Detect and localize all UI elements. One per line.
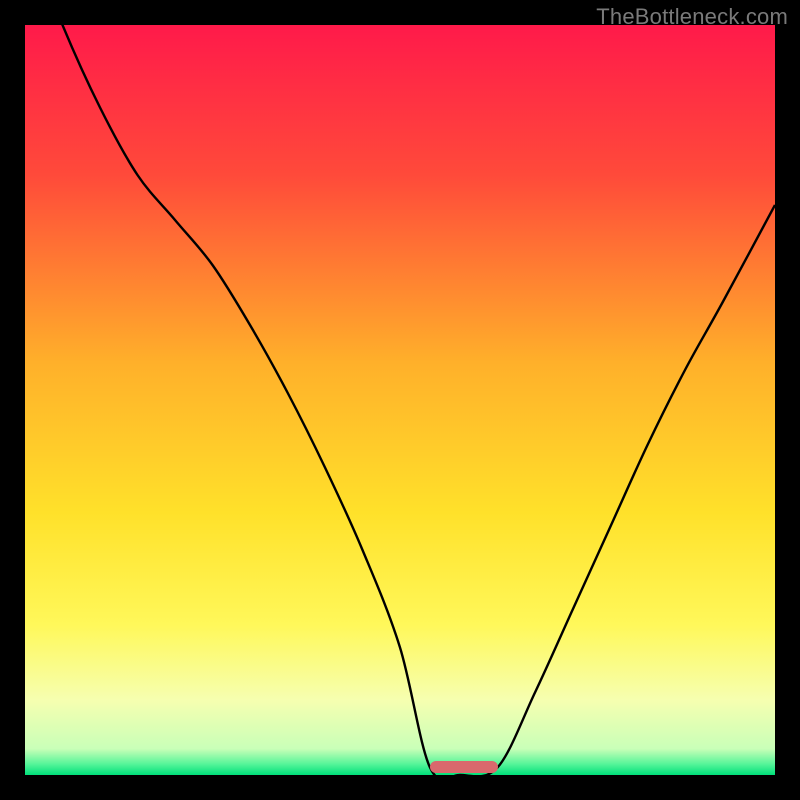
plot-frame [25,25,775,775]
watermark-text: TheBottleneck.com [596,4,788,30]
background-gradient [25,25,775,775]
optimum-marker [430,761,498,773]
